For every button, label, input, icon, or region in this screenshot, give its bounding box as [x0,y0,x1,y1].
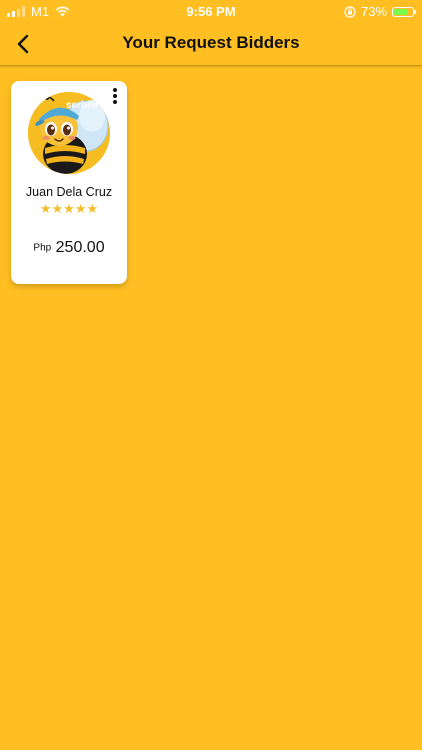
avatar: serbee [28,92,110,174]
header-bar: Your Request Bidders [0,24,422,66]
battery-fill [394,8,408,15]
bidder-card[interactable]: serbee Juan Dela Cruz ★★★★★ Php 250.00 [11,81,127,284]
more-vertical-icon [113,88,117,104]
status-right: 73% [344,4,416,19]
price-amount: 250.00 [55,239,105,256]
page-title: Your Request Bidders [122,33,300,52]
status-bar: M1 9:56 PM 73% [0,0,422,24]
price-currency: Php [33,242,52,254]
bidder-name: Juan Dela Cruz [25,185,113,199]
orientation-lock-icon [344,5,356,18]
battery-charging-icon [392,6,416,17]
bee-mascot-avatar: serbee [28,92,110,174]
more-options-button[interactable] [110,87,120,105]
bid-price: Php 250.00 [11,239,127,257]
avatar-watermark: serbee [66,100,99,111]
star-rating: ★★★★★ [39,201,99,216]
battery-percent: 73% [360,4,387,19]
